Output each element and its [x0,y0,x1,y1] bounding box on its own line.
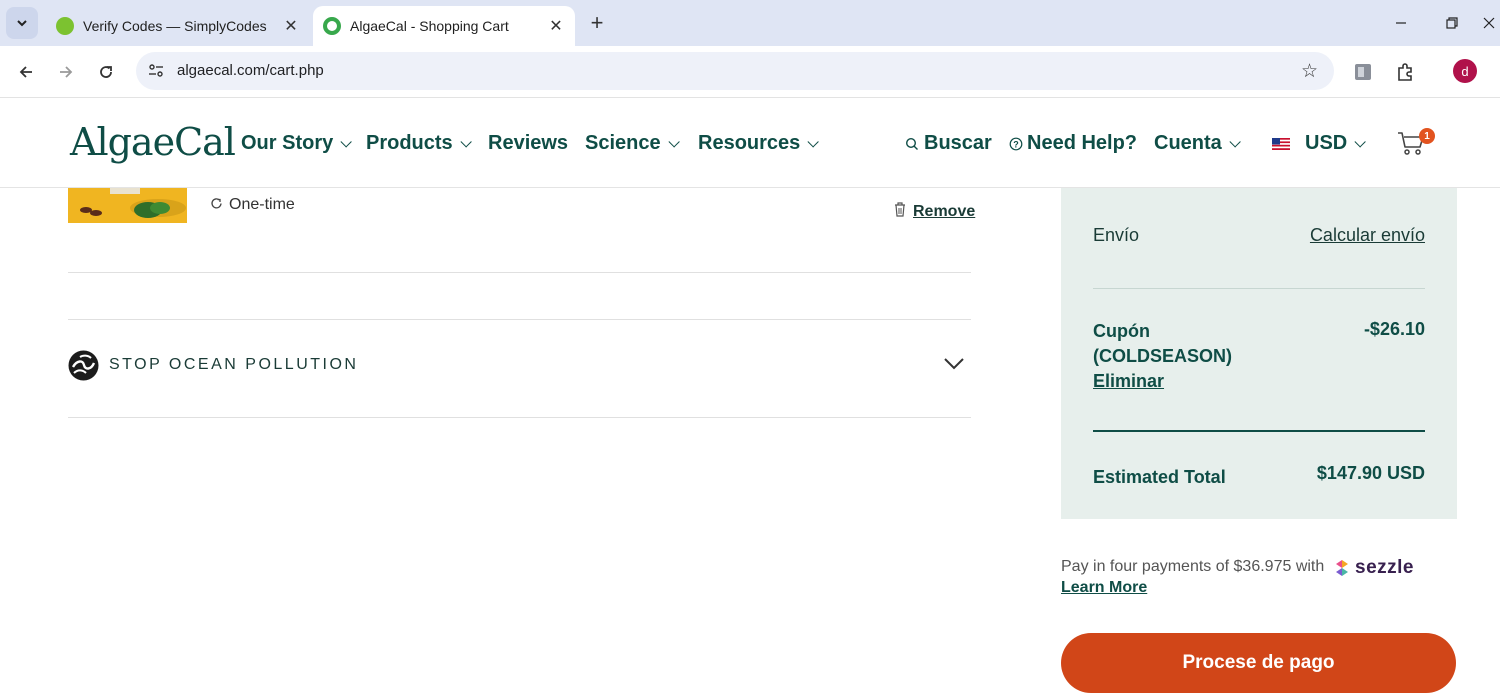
svg-text:?: ? [1013,139,1019,149]
remove-coupon-link[interactable]: Eliminar [1093,369,1425,394]
sezzle-installment-text: Pay in four payments of $36.975 with [1061,558,1325,575]
help-link[interactable]: ? Need Help? [1009,132,1137,155]
chevron-down-icon [807,135,820,148]
shipping-row: Envío Calcular envío [1093,225,1425,246]
minimize-button[interactable] [1381,6,1421,40]
search-icon [905,137,918,150]
chevron-down-icon [1229,135,1241,148]
restore-button[interactable] [1432,6,1472,40]
shipping-label: Envío [1093,225,1140,245]
purchase-type-label: One-time [229,196,295,213]
remove-item-button[interactable]: Remove [893,201,975,222]
account-menu[interactable]: Cuenta [1154,132,1241,155]
tab-title: AlgaeCal - Shopping Cart [350,18,509,34]
close-icon[interactable]: ✕ [543,13,569,39]
product-image [68,188,187,223]
browser-tab-strip: Verify Codes — SimplyCodes ✕ AlgaeCal - … [0,0,1500,46]
extensions-puzzle-icon[interactable] [1390,57,1420,87]
coupon-row: Cupón (COLDSEASON) Eliminar -$26.10 [1093,319,1425,394]
nav-label: Science [585,132,661,154]
account-label: Cuenta [1154,132,1222,154]
us-flag-icon [1272,137,1290,150]
browser-toolbar: algaecal.com/cart.php ☆ d [0,46,1500,98]
arrow-right-icon [60,66,73,78]
nav-our-story[interactable]: Our Story [241,132,353,155]
algaecal-logo[interactable]: AlgaeCal [70,120,236,164]
refresh-icon [210,197,223,213]
divider [68,272,971,273]
coupon-amount: -$26.10 [1363,319,1425,339]
divider [1093,288,1425,289]
nav-products[interactable]: Products [366,132,472,155]
bookmark-star-icon[interactable]: ☆ [1301,60,1318,83]
nav-resources[interactable]: Resources [698,132,820,155]
help-label: Need Help? [1027,132,1138,154]
total-row: Estimated Total $147.90 USD [1093,463,1425,488]
ocean-wave-icon [68,350,99,380]
nav-label: Resources [698,132,801,154]
close-window-button[interactable] [1478,6,1500,40]
estimated-total-label: Estimated Total [1093,467,1226,487]
nav-label: Reviews [488,132,569,154]
simplycodes-favicon-icon [56,17,74,35]
extension-icon[interactable] [1348,57,1378,87]
tab-algaecal-cart[interactable]: AlgaeCal - Shopping Cart ✕ [313,6,575,46]
site-header: AlgaeCal Our Story Products Reviews Scie… [0,98,1500,188]
profile-avatar[interactable]: d [1453,59,1477,83]
tab-search-button[interactable] [6,7,38,39]
estimated-total-value: $147.90 USD [1316,463,1425,483]
coupon-label: Cupón (COLDSEASON) [1093,321,1232,366]
divider [68,417,971,418]
forward-button[interactable] [50,56,82,88]
stop-ocean-pollution-accordion[interactable]: STOP OCEAN POLLUTION [68,348,971,382]
sezzle-brand-label: sezzle [1355,557,1414,578]
chevron-down-icon [1354,135,1367,148]
reload-button[interactable] [90,56,122,88]
ocean-label: STOP OCEAN POLLUTION [109,356,359,373]
back-button[interactable] [10,56,42,88]
tab-simplycodes[interactable]: Verify Codes — SimplyCodes ✕ [44,6,310,46]
close-icon [1483,17,1495,29]
site-settings-icon[interactable] [146,61,166,81]
close-icon[interactable]: ✕ [278,13,304,39]
restore-icon [1446,17,1458,29]
remove-label: Remove [913,202,976,220]
chevron-down-icon [668,135,680,148]
algaecal-favicon-icon [323,17,341,35]
divider [68,319,971,320]
currency-selector[interactable]: USD [1272,132,1367,155]
nav-science[interactable]: Science [585,132,680,155]
search-label: Buscar [924,132,992,154]
chevron-down-icon [340,135,353,148]
learn-more-link[interactable]: Learn More [1061,579,1147,597]
divider [1093,430,1425,432]
order-summary: Envío Calcular envío Cupón (COLDSEASON) … [1061,188,1457,519]
help-icon: ? [1009,137,1023,150]
sezzle-mark-icon [1336,560,1348,576]
purchase-type: One-time [210,196,295,214]
currency-label: USD [1305,132,1348,154]
trash-icon [893,201,907,222]
chevron-down-icon [17,20,27,27]
arrow-left-icon [19,66,32,78]
minimize-icon [1396,22,1406,24]
checkout-button[interactable]: Procese de pago [1061,633,1456,693]
search-link[interactable]: Buscar [905,132,992,155]
tab-title: Verify Codes — SimplyCodes [83,18,267,34]
calculate-shipping-link[interactable]: Calcular envío [1310,225,1425,246]
cart-count-badge: 1 [1419,128,1435,144]
chevron-down-icon [460,135,472,148]
nav-reviews[interactable]: Reviews [488,132,568,155]
reload-icon [100,66,112,78]
address-bar[interactable]: algaecal.com/cart.php ☆ [136,52,1334,90]
sezzle-logo[interactable]: sezzle [1333,557,1414,579]
new-tab-button[interactable]: + [582,8,612,38]
chevron-down-icon [944,358,964,370]
nav-label: Products [366,132,453,154]
url-text[interactable]: algaecal.com/cart.php [177,62,324,79]
nav-label: Our Story [241,132,334,154]
